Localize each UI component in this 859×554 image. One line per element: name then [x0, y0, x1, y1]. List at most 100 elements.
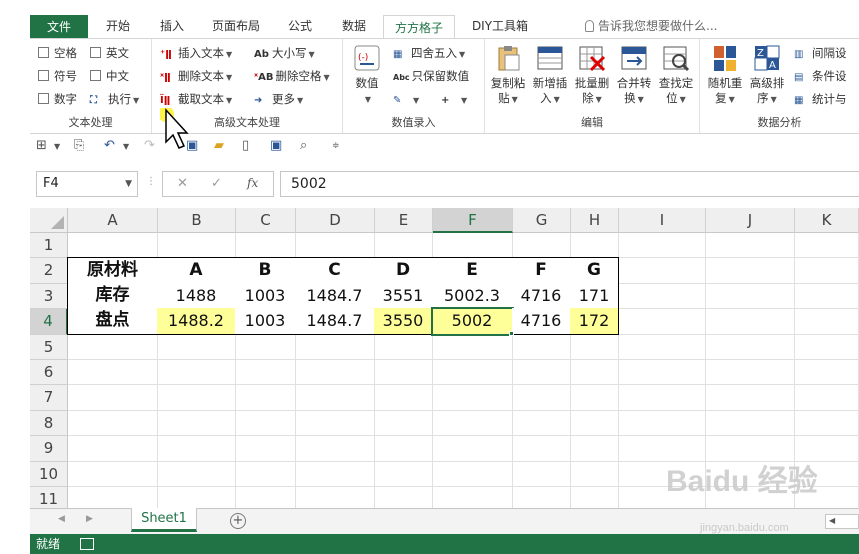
cancel-icon[interactable]: ✕ — [177, 176, 188, 191]
tab-fangfang[interactable]: 方方格子 — [383, 15, 455, 39]
undo-icon[interactable]: ↶ — [104, 138, 115, 153]
cell-d3[interactable]: 1484.7 — [295, 282, 375, 310]
row-header-7[interactable]: 7 — [30, 385, 68, 411]
cell-a4[interactable]: 盘点 — [67, 308, 158, 335]
column-header-a[interactable]: A — [68, 208, 158, 233]
customize-qat-icon[interactable]: ≑ — [332, 141, 340, 151]
cell-c4[interactable]: 1003 — [235, 308, 296, 335]
cell-b3[interactable]: 1488 — [157, 282, 236, 310]
row-header-3[interactable]: 3 — [30, 283, 68, 310]
row-header-6[interactable]: 6 — [30, 360, 68, 386]
resize-handle-icon[interactable]: ⋮ — [146, 176, 156, 187]
condition-button[interactable]: ▤ 条件设 — [794, 66, 847, 86]
cell-f2[interactable]: E — [432, 257, 513, 284]
merge-convert-button[interactable]: 合并转换 ▼ — [614, 43, 654, 107]
cell-a2[interactable]: 原材料 — [67, 257, 158, 284]
insert-function-icon[interactable]: fx — [247, 176, 258, 190]
checkbox-space[interactable]: 空格 — [38, 43, 77, 63]
formula-input[interactable]: 5002 — [280, 171, 859, 197]
column-header-c[interactable]: C — [236, 208, 296, 233]
row-header-2[interactable]: 2 — [30, 258, 68, 284]
fill-handle[interactable] — [509, 330, 514, 336]
row-header-1[interactable]: 1 — [30, 233, 68, 259]
prev-sheet-icon[interactable]: ◀ — [58, 514, 65, 524]
case-button[interactable]: Ab 大小写 ▼ — [254, 43, 315, 63]
column-header-k[interactable]: K — [795, 208, 859, 233]
column-header-f[interactable]: F — [433, 208, 513, 233]
delete-space-button[interactable]: ˣAB 删除空格 ▼ — [254, 66, 330, 86]
column-header-b[interactable]: B — [158, 208, 236, 233]
cell-d2[interactable]: C — [295, 257, 375, 284]
new-file-icon[interactable]: ▯ — [242, 138, 249, 153]
horizontal-scrollbar[interactable]: ◀ — [825, 514, 859, 529]
grid-icon[interactable]: ⊞ — [36, 138, 47, 153]
delete-text-button[interactable]: ˣǁ 删除文本 ▼ — [160, 66, 232, 86]
print-preview-icon[interactable]: ⌕ — [300, 138, 307, 153]
random-repeat-button[interactable]: 随机重复 ▼ — [705, 43, 745, 107]
column-header-d[interactable]: D — [296, 208, 375, 233]
cell-g2[interactable]: F — [512, 257, 571, 284]
redo-icon[interactable]: ↷ — [144, 138, 155, 153]
insert-new-button[interactable]: 新增插入 ▼ — [530, 43, 570, 107]
add-button[interactable]: + ▼ — [441, 89, 467, 109]
cell-f4[interactable]: 5002 — [431, 307, 514, 336]
row-header-11[interactable]: 11 — [30, 487, 68, 508]
tab-formulas[interactable]: 公式 — [278, 14, 322, 38]
round-button[interactable]: ▦ 四舍五入 ▼ — [393, 43, 465, 63]
chevron-down-icon[interactable]: ▼ — [123, 142, 129, 151]
scroll-left-icon[interactable]: ◀ — [829, 516, 835, 525]
name-box[interactable]: F4 ▼ — [36, 171, 138, 197]
column-header-j[interactable]: J — [706, 208, 795, 233]
statistics-button[interactable]: ▦ 统计与 — [794, 89, 847, 109]
cell-c3[interactable]: 1003 — [235, 282, 296, 310]
column-header-e[interactable]: E — [375, 208, 433, 233]
tab-home[interactable]: 开始 — [96, 14, 140, 38]
tab-insert[interactable]: 插入 — [150, 14, 194, 38]
copy-icon[interactable]: ⎘ — [74, 138, 84, 153]
cell-b2[interactable]: A — [157, 257, 236, 284]
cell-g3[interactable]: 4716 — [512, 282, 571, 310]
save-as-icon[interactable]: ▣ — [270, 138, 282, 153]
checkbox-chinese[interactable]: 中文 — [90, 66, 129, 86]
cell-b4[interactable]: 1488.2 — [157, 308, 236, 335]
keep-values-button[interactable]: Abc 只保留数值 — [393, 66, 469, 86]
execute-button[interactable]: ⛶ 执行 ▼ — [90, 89, 139, 109]
cell-d4[interactable]: 1484.7 — [295, 308, 375, 335]
cell-e2[interactable]: D — [374, 257, 433, 284]
batch-delete-button[interactable]: 批量删除 ▼ — [572, 43, 612, 107]
confirm-icon[interactable]: ✓ — [211, 176, 222, 191]
cell-e3[interactable]: 3551 — [374, 282, 433, 310]
column-header-g[interactable]: G — [513, 208, 571, 233]
row-header-8[interactable]: 8 — [30, 410, 68, 437]
cell-h3[interactable]: 171 — [570, 282, 619, 310]
tab-diy-toolbox[interactable]: DIY工具箱 — [462, 14, 538, 38]
cell-c2[interactable]: B — [235, 257, 296, 284]
cell-f3[interactable]: 5002.3 — [432, 282, 513, 310]
checkbox-number[interactable]: 数字 — [38, 89, 77, 109]
row-header-5[interactable]: 5 — [30, 334, 68, 360]
chevron-down-icon[interactable]: ▼ — [54, 142, 60, 151]
copy-paste-button[interactable]: 复制粘贴 ▼ — [488, 43, 528, 107]
tab-file[interactable]: 文件 — [30, 15, 88, 38]
tab-data[interactable]: 数据 — [332, 14, 376, 38]
extract-text-button[interactable]: Ïǁ 截取文本 ▼ — [160, 89, 232, 109]
find-locate-button[interactable]: 查找定位 ▼ — [656, 43, 696, 107]
macro-record-icon[interactable] — [80, 538, 94, 550]
checkbox-symbol[interactable]: 符号 — [38, 66, 77, 86]
cell-g4[interactable]: 4716 — [512, 308, 571, 335]
row-header-10[interactable]: 10 — [30, 461, 68, 487]
column-header-i[interactable]: I — [619, 208, 706, 233]
checkbox-english[interactable]: 英文 — [90, 43, 129, 63]
select-all-button[interactable] — [30, 208, 68, 233]
cell-a3[interactable]: 库存 — [67, 282, 158, 310]
interval-button[interactable]: ▥ 间隔设 — [794, 43, 847, 63]
cell-h2[interactable]: G — [570, 257, 619, 284]
insert-text-button[interactable]: ⁺ǁ 插入文本 ▼ — [160, 43, 232, 63]
advanced-sort-button[interactable]: ZA 高级排序 ▼ — [747, 43, 787, 107]
tab-page-layout[interactable]: 页面布局 — [204, 14, 268, 38]
next-sheet-icon[interactable]: ▶ — [86, 514, 93, 524]
open-folder-icon[interactable]: ▰ — [214, 138, 224, 153]
cell-e4[interactable]: 3550 — [374, 308, 433, 335]
column-header-h[interactable]: H — [571, 208, 619, 233]
sheet-tab-sheet1[interactable]: Sheet1 — [131, 508, 197, 532]
